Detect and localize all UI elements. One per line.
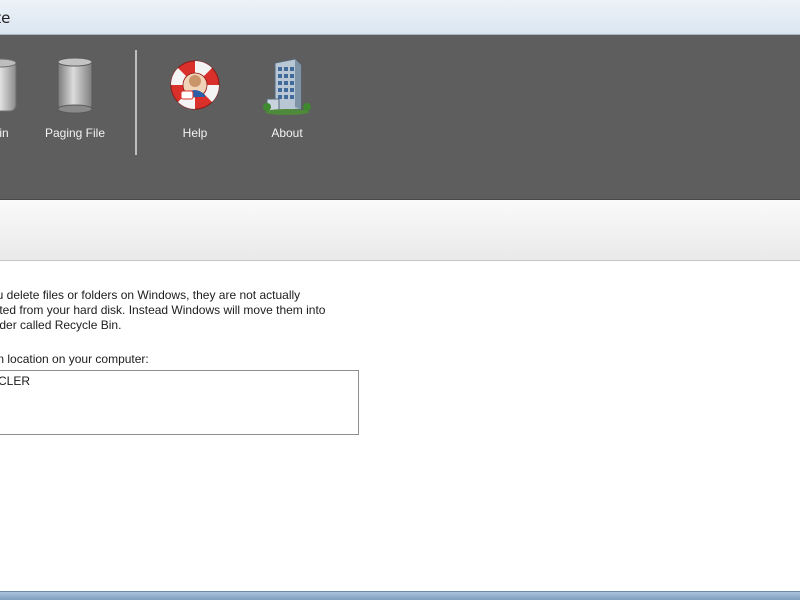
window-titlebar: ete	[0, 0, 800, 35]
location-textbox[interactable]: YCLER	[0, 370, 359, 435]
toolbar-help-label: Help	[182, 126, 208, 140]
help-lifebuoy-icon	[170, 60, 220, 110]
window-bottom-border	[0, 591, 800, 600]
description-line: ou delete files or folders on Windows, t…	[0, 288, 301, 302]
paging-file-icon	[57, 57, 93, 114]
toolbar-paging-file-button[interactable]: Paging File	[35, 35, 115, 155]
description-text: ou delete files or folders on Windows, t…	[0, 288, 360, 333]
section-header: ns	[0, 200, 800, 261]
content-panel: ou delete files or folders on Windows, t…	[0, 261, 800, 591]
toolbar-about-button[interactable]: About	[247, 35, 327, 155]
toolbar-paging-file-label: Paging File	[44, 126, 106, 140]
location-label: bin location on your computer:	[0, 352, 149, 366]
window-title: ete	[0, 9, 11, 27]
recycle-bin-icon	[0, 58, 17, 112]
main-toolbar: Bin Paging File Help	[0, 35, 800, 200]
toolbar-separator	[135, 50, 137, 155]
toolbar-about-label: About	[271, 126, 303, 140]
description-line: older called Recycle Bin.	[0, 318, 122, 332]
description-line: leted from your hard disk. Instead Windo…	[0, 303, 326, 317]
building-icon	[263, 58, 311, 115]
location-value: YCLER	[0, 374, 31, 388]
toolbar-help-button[interactable]: Help	[155, 35, 235, 155]
